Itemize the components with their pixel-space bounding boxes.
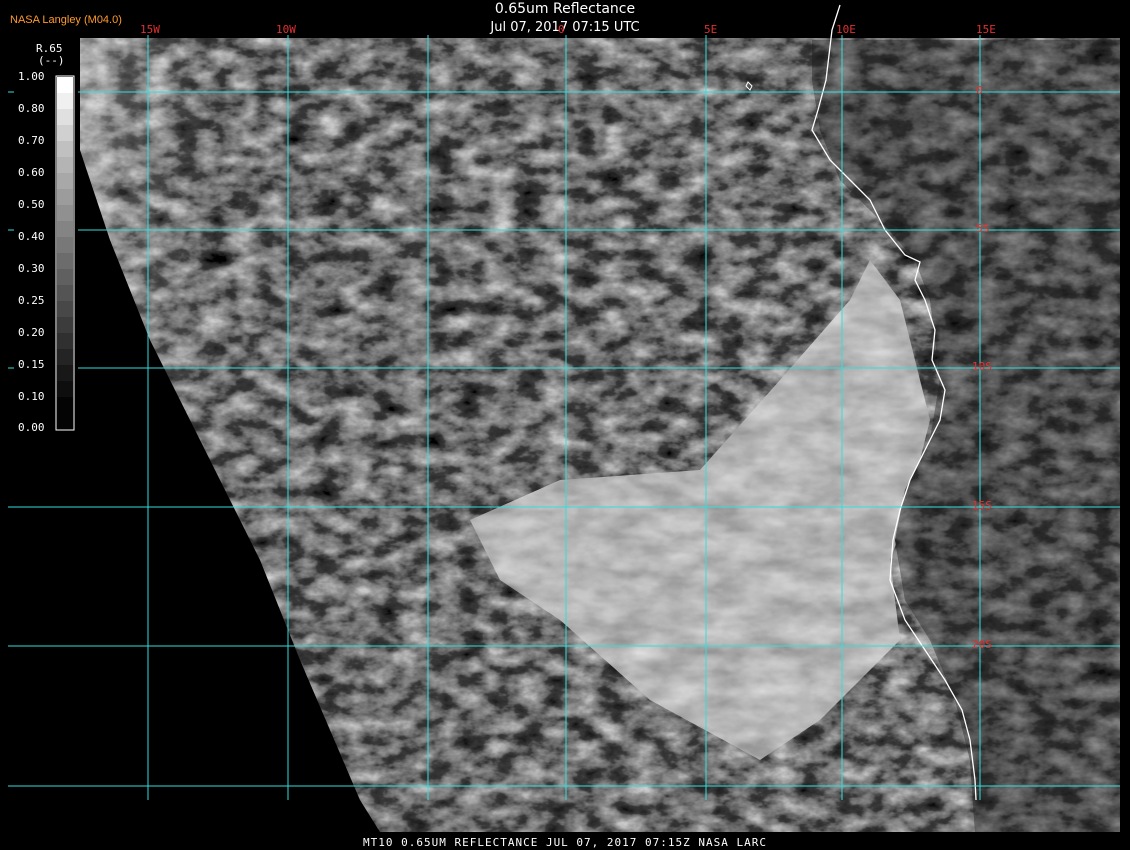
legend-tick: 0.30 xyxy=(18,262,45,275)
longitude-label: 5E xyxy=(704,23,718,36)
longitude-label: 15E xyxy=(976,23,996,36)
satellite-image-viewer: NASA Langley (M04.0) 0.65um Reflectance … xyxy=(0,0,1130,850)
latitude-label: 10S xyxy=(972,360,992,373)
legend-tick: 0.00 xyxy=(18,421,45,434)
longitude-label: 0 xyxy=(558,23,565,36)
legend-tick: 0.15 xyxy=(18,358,45,371)
legend-tick: 0.40 xyxy=(18,230,45,243)
reflectance-image xyxy=(0,0,1130,850)
observation-datetime: Jul 07, 2017 07:15 UTC xyxy=(490,20,640,35)
legend-tick: 0.60 xyxy=(18,166,45,179)
legend-tick: 0.70 xyxy=(18,134,45,147)
legend-tick: 1.00 xyxy=(18,70,45,83)
latitude-label: 15S xyxy=(972,499,992,512)
legend-tick: 0.50 xyxy=(18,198,45,211)
image-caption: MT10 0.65UM REFLECTANCE JUL 07, 2017 07:… xyxy=(363,836,767,849)
legend-tick: 0.20 xyxy=(18,326,45,339)
latitude-label: 5S xyxy=(976,222,990,235)
longitude-label: 10E xyxy=(836,23,856,36)
legend-tick: 0.10 xyxy=(18,390,45,403)
longitude-label: 15W xyxy=(140,23,160,36)
legend-unit: (--) xyxy=(38,54,65,67)
product-title: 0.65um Reflectance xyxy=(494,1,636,17)
longitude-label: 10W xyxy=(276,23,296,36)
legend-tick: 0.25 xyxy=(18,294,45,307)
latitude-label: 0 xyxy=(976,84,983,97)
legend-tick: 0.80 xyxy=(18,102,45,115)
latitude-label: 20S xyxy=(972,638,992,651)
